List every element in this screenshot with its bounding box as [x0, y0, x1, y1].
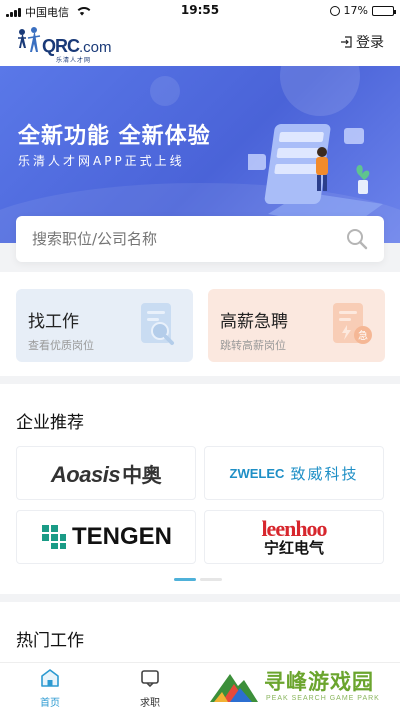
app-header: QRC.com 乐清人才网 登录	[0, 22, 400, 66]
document-search-icon	[141, 303, 174, 345]
find-job-title: 找工作	[28, 312, 79, 332]
company-logo-zwelec: ZWELEC 致威科技	[229, 464, 359, 483]
phone-illustration-icon	[248, 124, 383, 229]
hot-jobs-title: 热门工作	[16, 631, 84, 651]
home-icon	[41, 669, 59, 687]
rotation-lock-icon	[329, 5, 340, 16]
find-job-card[interactable]: 找工作 查看优质岗位	[16, 289, 193, 362]
enterprise-section: 企业推荐 Aoasis 中奥 ZWELEC 致威科技 TENGEN leenho…	[0, 384, 400, 594]
status-bar: 中国电信 19:55 17%	[0, 0, 400, 22]
job-icon	[141, 670, 159, 688]
search-bar[interactable]	[16, 216, 384, 262]
tengen-mark-icon	[41, 525, 66, 549]
tab-home[interactable]: 首页	[15, 667, 85, 709]
enterprise-title: 企业推荐	[16, 413, 84, 433]
company-logo-aoasis: Aoasis 中奥	[50, 461, 162, 487]
company-card-zwelec[interactable]: ZWELEC 致威科技	[204, 446, 384, 500]
banner-title: 全新功能 全新体验	[18, 124, 211, 149]
tab-job[interactable]: 求职	[115, 667, 185, 709]
quick-entry-section: 找工作 查看优质岗位 高薪急聘 跳转高薪岗位 急	[0, 272, 400, 376]
carousel-dot-active[interactable]	[174, 578, 196, 581]
logo-text: QRC.com	[42, 36, 112, 56]
watermark-title: 寻峰游戏园	[264, 670, 374, 694]
hot-jobs-section: 热门工作	[0, 602, 400, 662]
company-card-aoasis[interactable]: Aoasis 中奥	[16, 446, 196, 500]
mountain-logo-icon	[210, 674, 258, 702]
battery-percent: 17%	[343, 4, 368, 17]
search-icon[interactable]	[346, 228, 368, 250]
carousel-dot[interactable]	[200, 578, 222, 581]
find-job-desc: 查看优质岗位	[28, 339, 94, 352]
site-logo[interactable]: QRC.com 乐清人才网	[14, 24, 124, 64]
urgent-hire-card[interactable]: 高薪急聘 跳转高薪岗位 急	[208, 289, 385, 362]
tab-job-label: 求职	[140, 698, 160, 709]
company-card-tengen[interactable]: TENGEN	[16, 510, 196, 564]
logo-subtitle: 乐清人才网	[56, 57, 92, 64]
banner-decor-circle	[150, 76, 180, 106]
company-logo-leenhoo: leenhoo 宁红电气	[261, 516, 327, 557]
banner-subtitle: 乐清人才网APP正式上线	[18, 154, 185, 168]
status-right: 17%	[329, 4, 396, 17]
urgent-document-icon: 急	[333, 303, 372, 344]
login-button[interactable]: 登录	[340, 32, 384, 52]
login-icon	[341, 36, 352, 48]
login-label: 登录	[356, 35, 384, 51]
watermark: 寻峰游戏园 PEAK SEARCH GAME PARK	[206, 664, 400, 711]
urgent-hire-title: 高薪急聘	[220, 312, 288, 332]
company-logo-tengen: TENGEN	[40, 523, 172, 551]
tab-home-label: 首页	[40, 698, 60, 709]
battery-icon	[372, 5, 396, 16]
carousel-indicator	[174, 578, 222, 581]
search-input[interactable]	[32, 216, 332, 262]
company-card-leenhoo[interactable]: leenhoo 宁红电气	[204, 510, 384, 564]
watermark-subtitle: PEAK SEARCH GAME PARK	[266, 695, 380, 702]
svg-text:急: 急	[358, 329, 368, 342]
urgent-hire-desc: 跳转高薪岗位	[220, 339, 286, 352]
